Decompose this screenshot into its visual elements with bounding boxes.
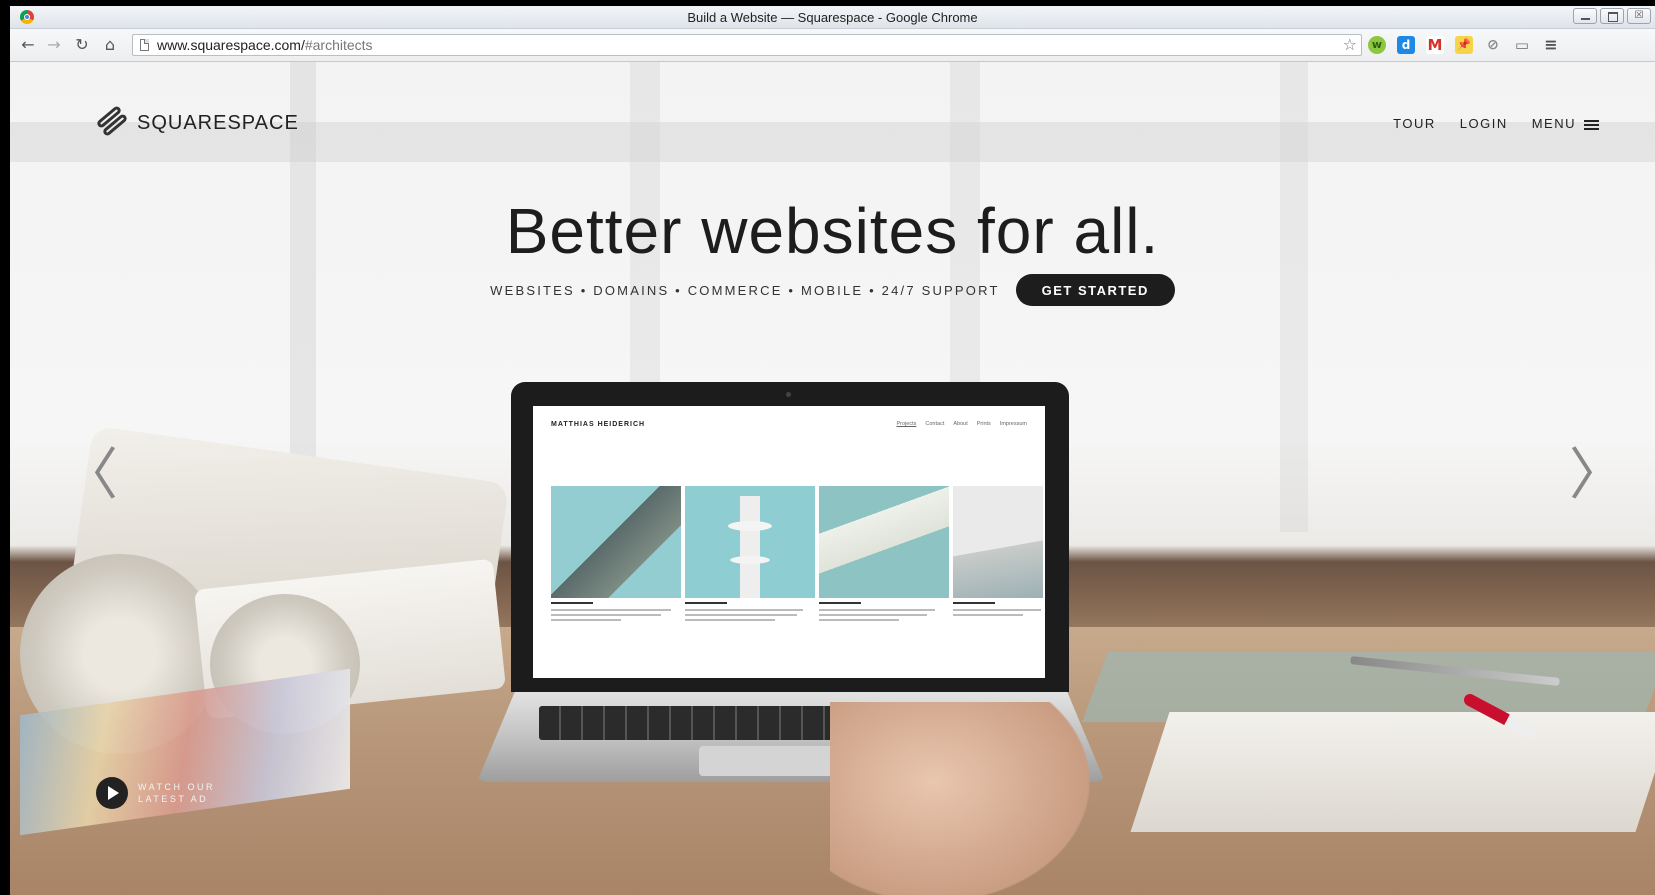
page-icon (140, 39, 149, 51)
squarespace-logo[interactable]: SQUARESPACE (93, 104, 299, 138)
gallery-caption (819, 602, 949, 624)
page-viewport: SQUARESPACE TOUR LOGIN MENU Better websi… (10, 62, 1655, 895)
bookmark-star-icon[interactable]: ☆ (1343, 35, 1357, 54)
hand-image (830, 702, 1090, 895)
hamburger-icon (1584, 119, 1599, 130)
carousel-next-arrow-icon[interactable]: 〉 (1569, 430, 1625, 511)
nav-login-link[interactable]: LOGIN (1460, 116, 1508, 131)
screen-nav-item: Projects (896, 421, 917, 427)
logo-text: SQUARESPACE (137, 111, 299, 134)
laptop-screen: MATTHIAS HEIDERICH Projects Contact Abou… (533, 406, 1045, 678)
browser-window: Build a Website — Squarespace - Google C… (10, 6, 1655, 895)
back-arrow-icon[interactable]: ← (18, 35, 38, 55)
hero-tagline: WEBSITES • DOMAINS • COMMERCE • MOBILE •… (490, 282, 1000, 298)
w-extension-icon[interactable]: w (1368, 36, 1386, 54)
gmail-icon[interactable]: M (1426, 36, 1444, 54)
squarespace-logo-icon (93, 104, 129, 138)
hero-tagline-row: WEBSITES • DOMAINS • COMMERCE • MOBILE •… (10, 274, 1655, 306)
gallery-caption (953, 602, 1043, 624)
hero-headline: Better websites for all. (505, 195, 1160, 267)
nav-menu-button[interactable]: MENU (1532, 116, 1599, 131)
screen-site-brand: MATTHIAS HEIDERICH (551, 421, 646, 428)
screen-nav-item: About (953, 421, 968, 427)
watch-ad-label[interactable]: WATCH OUR LATEST AD (138, 781, 228, 805)
gallery-thumbnail (685, 486, 815, 598)
close-button[interactable]: ☒ (1627, 8, 1651, 24)
gallery-thumbnail (819, 486, 949, 598)
nav-tour-link[interactable]: TOUR (1393, 116, 1436, 131)
url-text[interactable]: www.squarespace.com/#architects (157, 37, 373, 53)
window-controls: ☒ (1573, 8, 1651, 24)
screen-nav-item: Contact (925, 421, 945, 427)
forward-arrow-icon[interactable]: → (44, 35, 64, 55)
home-icon[interactable]: ⌂ (100, 35, 120, 55)
site-nav: TOUR LOGIN MENU (1393, 116, 1599, 131)
notebook-image (1130, 712, 1655, 832)
gallery-thumbnail (551, 486, 681, 598)
get-started-button[interactable]: GET STARTED (1015, 274, 1175, 306)
screen-nav-item: Prints (976, 421, 991, 427)
browser-toolbar: ← → ↻ ⌂ www.squarespace.com/#architects … (10, 29, 1655, 62)
laptop-image: MATTHIAS HEIDERICH Projects Contact Abou… (511, 382, 1069, 692)
play-icon[interactable] (96, 777, 128, 809)
pin-extension-icon[interactable]: 📌 (1455, 36, 1473, 54)
gallery-caption (551, 602, 681, 624)
maximize-button[interactable] (1600, 8, 1624, 24)
window-title: Build a Website — Squarespace - Google C… (687, 10, 978, 25)
gallery-caption (685, 602, 815, 624)
address-bar[interactable]: www.squarespace.com/#architects ☆ (132, 34, 1362, 56)
url-path: #architects (304, 37, 373, 53)
screen-gallery (551, 486, 1043, 598)
screen-nav-item: Impressum (999, 421, 1027, 427)
d-extension-icon[interactable]: d (1397, 36, 1415, 54)
chrome-menu-icon[interactable]: ≡ (1542, 36, 1560, 54)
gallery-thumbnail (953, 486, 1043, 598)
carousel-prev-arrow-icon[interactable]: 〈 (62, 430, 118, 511)
gallery-captions (551, 602, 1043, 624)
watch-ad-control[interactable]: WATCH OUR LATEST AD (96, 777, 228, 809)
screen-site-nav: Projects Contact About Prints Impressum (897, 421, 1027, 427)
tool-extension-icon[interactable]: ⊘ (1484, 36, 1502, 54)
cast-icon[interactable]: ▭ (1513, 36, 1531, 54)
url-host: www.squarespace.com/ (157, 37, 305, 53)
nav-menu-label: MENU (1531, 116, 1576, 131)
reload-icon[interactable]: ↻ (72, 35, 92, 55)
laptop-camera (786, 392, 791, 397)
extension-icons: w d M 📌 ⊘ ▭ ≡ (1368, 36, 1560, 54)
title-bar: Build a Website — Squarespace - Google C… (10, 6, 1655, 29)
minimize-button[interactable] (1573, 8, 1597, 24)
